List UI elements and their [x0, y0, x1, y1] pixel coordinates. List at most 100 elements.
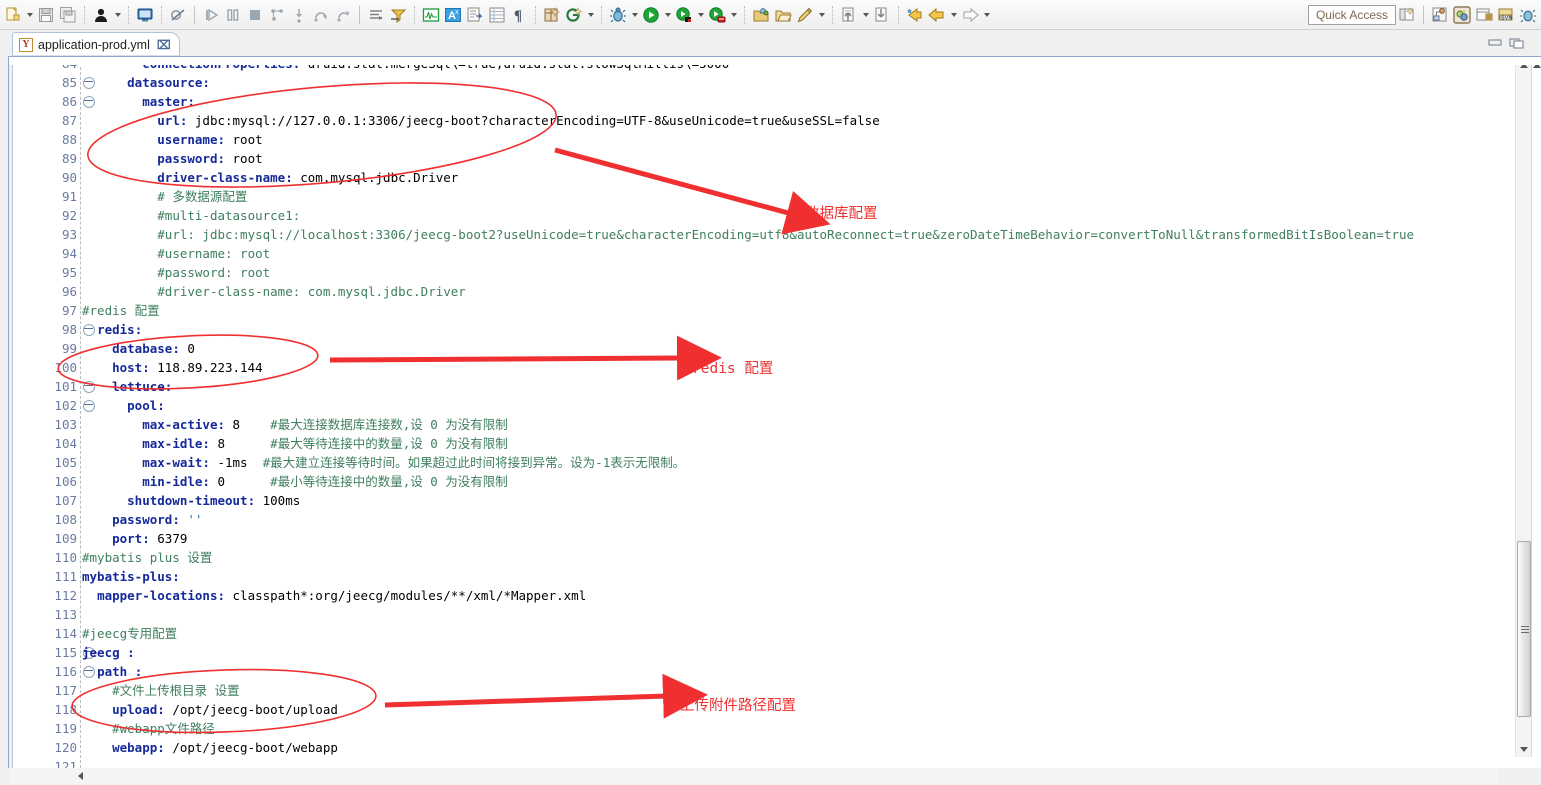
- code-line[interactable]: max-active: 8 #最大连接数据库连接数,设 0 为没有限制: [82, 415, 508, 434]
- code-line[interactable]: # 多数据源配置: [82, 187, 247, 206]
- scroll-down-icon[interactable]: [1516, 741, 1532, 757]
- code-line[interactable]: #username: root: [82, 244, 270, 263]
- perspective-debug-icon[interactable]: [1518, 5, 1538, 25]
- code-line[interactable]: redis:: [82, 320, 142, 339]
- new-package-icon[interactable]: [542, 5, 562, 25]
- line-number-gutter[interactable]: 8485868788899091929394959697989910010110…: [14, 57, 80, 768]
- code-line[interactable]: username: root: [82, 130, 263, 149]
- vertical-scrollbar-thumb[interactable]: [1517, 541, 1531, 717]
- code-line[interactable]: #jeecg专用配置: [82, 624, 177, 643]
- next-annotation-icon[interactable]: [872, 5, 892, 25]
- step-over-icon[interactable]: [311, 5, 331, 25]
- code-line[interactable]: lettuce:: [82, 377, 172, 396]
- search-dropdown-arrow[interactable]: [816, 5, 827, 25]
- save-all-icon[interactable]: [58, 5, 78, 25]
- maximize-editor-icon[interactable]: [1509, 36, 1525, 50]
- code-line[interactable]: webapp: /opt/jeecg-boot/webapp: [82, 738, 338, 757]
- new-dropdown-arrow[interactable]: [24, 5, 35, 25]
- code-line[interactable]: jeecg :: [82, 643, 135, 662]
- forward-dropdown-arrow[interactable]: [981, 5, 992, 25]
- close-icon[interactable]: ⌧: [157, 38, 171, 52]
- code-line[interactable]: #redis 配置: [82, 301, 160, 320]
- code-line[interactable]: #webapp文件路径: [82, 719, 215, 738]
- new-java-project-icon[interactable]: [564, 5, 584, 25]
- drop-to-frame-icon[interactable]: [366, 5, 386, 25]
- person-dropdown-arrow[interactable]: [112, 5, 123, 25]
- previous-annotation-icon[interactable]: [839, 5, 859, 25]
- coverage-dropdown-arrow[interactable]: [695, 5, 706, 25]
- step-return-icon[interactable]: [333, 5, 353, 25]
- editor-tab-application-prod-yml[interactable]: Y application-prod.yml ⌧: [12, 32, 180, 56]
- code-line[interactable]: max-wait: -1ms #最大建立连接等待时间。如果超过此时间将接到异常。…: [82, 453, 685, 472]
- code-line[interactable]: max-idle: 8 #最大等待连接中的数量,设 0 为没有限制: [82, 434, 508, 453]
- external-tools-icon[interactable]: [465, 5, 485, 25]
- quick-access-input[interactable]: Quick Access: [1308, 5, 1396, 25]
- code-line[interactable]: path :: [82, 662, 142, 681]
- use-step-filters-icon[interactable]: [388, 5, 408, 25]
- open-task-icon[interactable]: [773, 5, 793, 25]
- table-view-icon[interactable]: [487, 5, 507, 25]
- new-java-dropdown-arrow[interactable]: [585, 5, 596, 25]
- code-line[interactable]: mapper-locations: classpath*:org/jeecg/m…: [82, 586, 586, 605]
- disconnect-icon[interactable]: [267, 5, 287, 25]
- code-line[interactable]: upload: /opt/jeecg-boot/upload: [82, 700, 338, 719]
- profile-dropdown-arrow[interactable]: [728, 5, 739, 25]
- code-line[interactable]: port: 6379: [82, 529, 187, 548]
- scroll-left-icon[interactable]: [73, 768, 87, 784]
- person-icon[interactable]: [91, 5, 111, 25]
- code-line[interactable]: #driver-class-name: com.mysql.jdbc.Drive…: [82, 282, 466, 301]
- back-dropdown-arrow[interactable]: [948, 5, 959, 25]
- run-dropdown-arrow[interactable]: [662, 5, 673, 25]
- code-line[interactable]: host: 118.89.223.144: [82, 358, 263, 377]
- minimize-editor-icon[interactable]: [1487, 36, 1503, 50]
- overview-ruler[interactable]: [1531, 57, 1541, 757]
- code-line[interactable]: pool:: [82, 396, 165, 415]
- code-line[interactable]: [82, 605, 90, 624]
- terminal-icon[interactable]: [135, 5, 155, 25]
- monitor-icon[interactable]: [421, 5, 441, 25]
- debug-icon[interactable]: [608, 5, 628, 25]
- resume-icon[interactable]: [201, 5, 221, 25]
- code-line[interactable]: shutdown-timeout: 100ms: [82, 491, 300, 510]
- code-line[interactable]: database: 0: [82, 339, 195, 358]
- code-text-area[interactable]: connectionProperties: druid.stat.mergeSq…: [82, 57, 1541, 768]
- perspective-svn-icon[interactable]: SVN: [1496, 5, 1516, 25]
- code-line[interactable]: #password: root: [82, 263, 270, 282]
- search-pen-icon[interactable]: [795, 5, 815, 25]
- forward-icon[interactable]: [960, 5, 980, 25]
- pilcrow-icon[interactable]: ¶: [509, 5, 529, 25]
- code-line[interactable]: url: jdbc:mysql://127.0.0.1:3306/jeecg-b…: [82, 111, 880, 130]
- code-line[interactable]: [82, 757, 90, 768]
- debug-dropdown-arrow[interactable]: [629, 5, 640, 25]
- open-type-icon[interactable]: [751, 5, 771, 25]
- code-line[interactable]: mybatis-plus:: [82, 567, 180, 586]
- code-line[interactable]: #mybatis plus 设置: [82, 548, 212, 567]
- code-line[interactable]: datasource:: [82, 73, 210, 92]
- vertical-scrollbar[interactable]: [1515, 57, 1531, 757]
- horizontal-scrollbar[interactable]: [9, 768, 1499, 784]
- code-line[interactable]: #文件上传根目录 设置: [82, 681, 240, 700]
- code-line[interactable]: #multi-datasource1:: [82, 206, 300, 225]
- perspective-javaee-icon[interactable]: [1474, 5, 1494, 25]
- code-line[interactable]: password: '': [82, 510, 202, 529]
- code-line[interactable]: password: root: [82, 149, 263, 168]
- suspend-icon[interactable]: [223, 5, 243, 25]
- profile-icon[interactable]: [707, 5, 727, 25]
- code-line[interactable]: master:: [82, 92, 195, 111]
- back-star-icon[interactable]: [905, 5, 925, 25]
- new-wizard-icon[interactable]: [3, 5, 23, 25]
- spell-check-icon[interactable]: Ax: [443, 5, 463, 25]
- terminate-icon[interactable]: [245, 5, 265, 25]
- code-line[interactable]: #url: jdbc:mysql://localhost:3306/jeecg-…: [82, 225, 1414, 244]
- step-into-icon[interactable]: [289, 5, 309, 25]
- code-line[interactable]: driver-class-name: com.mysql.jdbc.Driver: [82, 168, 458, 187]
- open-perspective-icon[interactable]: [1397, 5, 1417, 25]
- skip-breakpoints-icon[interactable]: [168, 5, 188, 25]
- code-line[interactable]: min-idle: 0 #最小等待连接中的数量,设 0 为没有限制: [82, 472, 508, 491]
- coverage-icon[interactable]: [674, 5, 694, 25]
- perspective-team-icon[interactable]: [1430, 5, 1450, 25]
- back-icon[interactable]: [927, 5, 947, 25]
- perspective-java-icon[interactable]: [1452, 5, 1472, 25]
- run-icon[interactable]: [641, 5, 661, 25]
- yaml-editor[interactable]: 8485868788899091929394959697989910010110…: [8, 56, 1541, 768]
